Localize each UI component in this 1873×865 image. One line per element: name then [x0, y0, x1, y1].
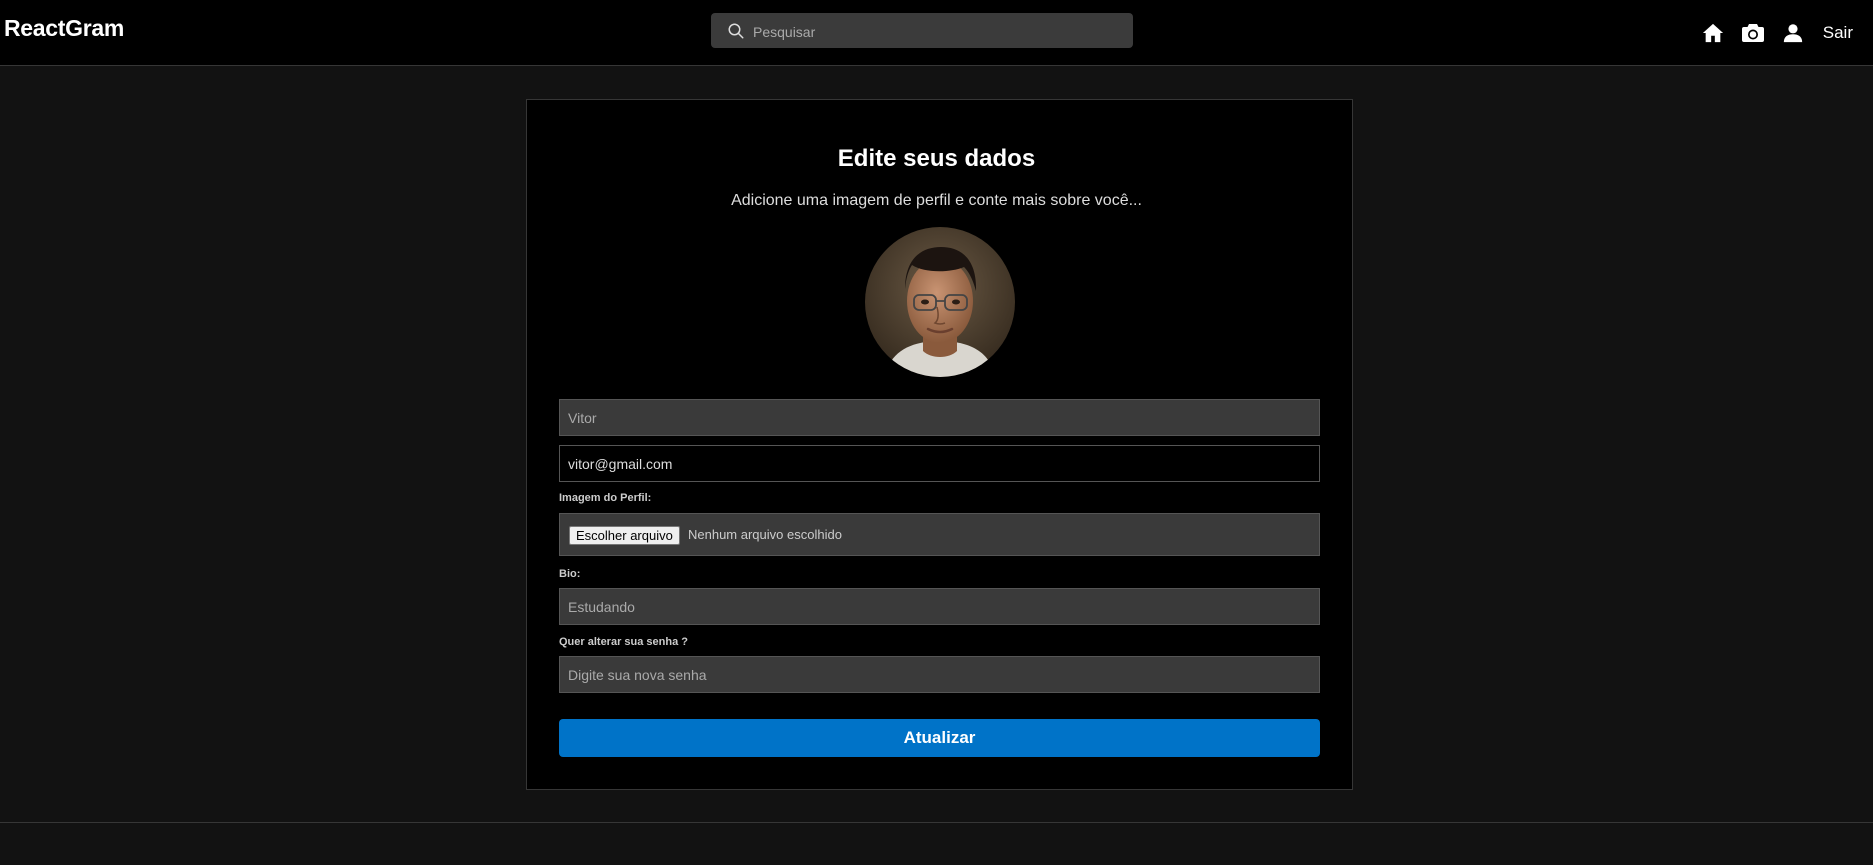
- password-field[interactable]: [559, 656, 1320, 693]
- nav-actions: Sair: [1701, 0, 1853, 66]
- bio-label: Bio:: [559, 568, 581, 580]
- search-bar[interactable]: [711, 13, 1133, 50]
- search-icon: [728, 23, 744, 39]
- user-icon[interactable]: [1781, 21, 1805, 45]
- search-input[interactable]: [751, 13, 1125, 50]
- logout-link[interactable]: Sair: [1823, 23, 1853, 43]
- home-icon[interactable]: [1701, 21, 1725, 45]
- brand-logo[interactable]: ReactGram: [4, 15, 124, 42]
- name-field[interactable]: [559, 399, 1320, 436]
- file-status: Nenhum arquivo escolhido: [688, 527, 842, 542]
- password-label: Quer alterar sua senha ?: [559, 636, 688, 648]
- camera-icon[interactable]: [1741, 21, 1765, 45]
- avatar: [865, 227, 1015, 377]
- page-title: Edite seus dados: [837, 145, 1036, 172]
- bio-field[interactable]: [559, 588, 1320, 625]
- page-subtitle: Adicione uma imagem de perfil e conte ma…: [731, 192, 1142, 209]
- navbar: ReactGram Sair: [0, 0, 1873, 66]
- footer-divider: [0, 822, 1873, 823]
- choose-file-button[interactable]: Escolher arquivo: [569, 526, 680, 545]
- profile-image-input[interactable]: Escolher arquivo Nenhum arquivo escolhid…: [559, 513, 1320, 556]
- image-label: Imagem do Perfil:: [559, 492, 652, 504]
- update-button[interactable]: Atualizar: [559, 719, 1320, 757]
- email-field[interactable]: [559, 445, 1320, 482]
